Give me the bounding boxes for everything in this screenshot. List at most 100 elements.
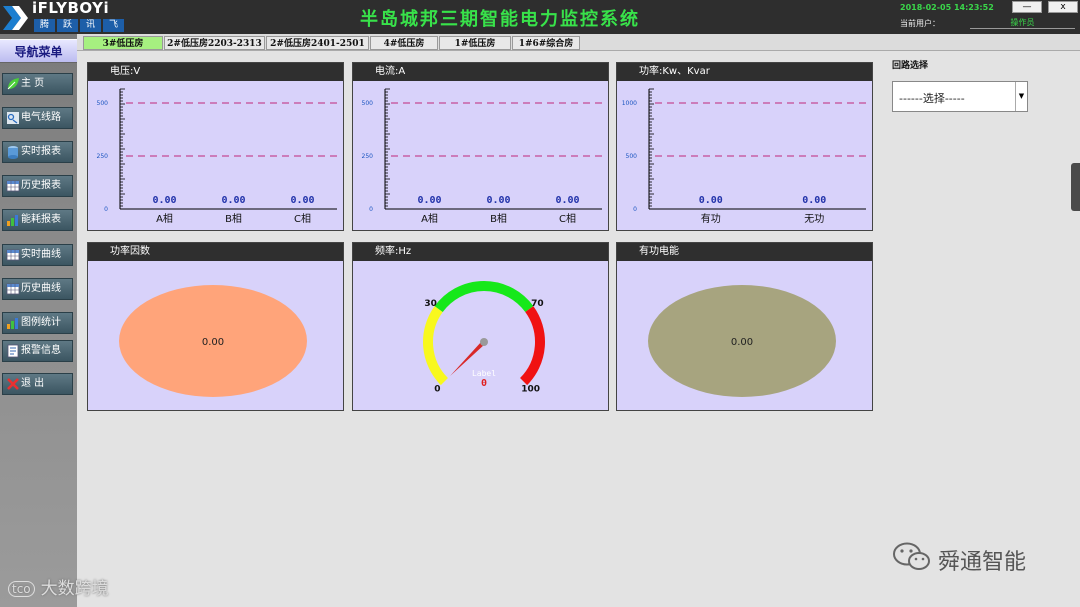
logo-subtitle: 腾 跃 讯 飞 xyxy=(34,19,124,32)
close-icon xyxy=(7,378,19,390)
category-label: A相 xyxy=(421,212,438,225)
tab-1-low-voltage[interactable]: 1#低压房 xyxy=(439,36,511,50)
panel-title: 电压:V xyxy=(88,63,343,81)
category-label: C相 xyxy=(559,212,576,225)
tab-4-low-voltage[interactable]: 4#低压房 xyxy=(370,36,438,50)
watermark-source: tco 大数跨境 xyxy=(8,574,109,599)
nav-item-history-curve[interactable]: 历史曲线 xyxy=(2,278,73,300)
nav-item-history-report[interactable]: 历史报表 xyxy=(2,175,73,197)
category-label: C相 xyxy=(294,212,311,225)
y-tick-label: 500 xyxy=(97,100,109,107)
tab-2-low-voltage-2203[interactable]: 2#低压房2203-2313 xyxy=(164,36,265,50)
logo: iFLYBOYi 腾 跃 讯 飞 xyxy=(0,0,140,34)
voltage-panel: 电压:V 0 250 500 0.00 A相 0.00 B相 0.00 C相 xyxy=(87,62,344,231)
bar-value-label: 0.00 xyxy=(290,195,314,206)
leaf-icon xyxy=(7,78,19,90)
bar-value-label: 0.00 xyxy=(417,195,441,206)
bar-value-label: 0.00 xyxy=(486,195,510,206)
side-drawer-handle[interactable] xyxy=(1071,163,1080,211)
frequency-gauge: 030 70100Label0 xyxy=(423,281,545,395)
power-factor-value: 0.00 xyxy=(202,337,224,348)
bar-value-label: 0.00 xyxy=(802,195,826,206)
y-tick-label: 250 xyxy=(97,153,109,160)
watermark-brand: 舜通智能 xyxy=(892,540,1026,578)
circuit-select[interactable]: ------选择----- ▼ xyxy=(892,81,1028,112)
y-tick-label: 250 xyxy=(362,153,374,160)
logo-text: iFLYBOYi xyxy=(32,0,110,17)
tab-3-low-voltage[interactable]: 3#低压房 xyxy=(83,36,163,50)
active-energy-value: 0.00 xyxy=(731,337,753,348)
gauge-band xyxy=(434,281,534,313)
nav-item-label: 报警信息 xyxy=(21,345,61,356)
y-tick-label: 1000 xyxy=(622,100,637,107)
voltage-chart: 0 250 500 0.00 A相 0.00 B相 0.00 C相 xyxy=(97,88,337,225)
bar-chart-icon xyxy=(7,215,18,226)
gauge-tick-label: 100 xyxy=(521,385,540,395)
panel-title: 电流:A xyxy=(353,63,608,81)
gauge-tick-label: 30 xyxy=(424,299,437,309)
nav-item-label: 实时报表 xyxy=(21,146,61,157)
y-tick-label: 500 xyxy=(362,100,374,107)
nav-item-label: 退 出 xyxy=(21,378,45,389)
power-factor-display: 0.00 xyxy=(119,285,307,397)
nav-item-realtime-curve[interactable]: 实时曲线 xyxy=(2,244,73,266)
table-icon xyxy=(6,249,20,261)
gauge-hub xyxy=(480,338,488,346)
tab-bar: 3#低压房 2#低压房2203-2313 2#低压房2401-2501 4#低压… xyxy=(77,34,1080,51)
active-energy-panel: 有功电能 0.00 xyxy=(616,242,873,411)
tab-1-6-general[interactable]: 1#6#综合房 xyxy=(512,36,580,50)
nav-item-label: 能耗报表 xyxy=(21,214,61,225)
y-tick-label: 0 xyxy=(369,206,373,213)
nav-menu-title: 导航菜单 xyxy=(0,39,77,63)
nav-item-home[interactable]: 主 页 xyxy=(2,73,73,95)
nav-item-electrical[interactable]: 电气线路 xyxy=(2,107,73,129)
nav-item-realtime-report[interactable]: 实时报表 xyxy=(2,141,73,163)
gauge-value-label: 0 xyxy=(481,378,487,389)
nav-item-label: 电气线路 xyxy=(21,112,61,123)
wechat-icon xyxy=(893,542,930,570)
category-label: 无功 xyxy=(804,213,824,225)
document-icon xyxy=(7,344,19,358)
power-panel: 功率:Kw、Kvar 0 500 1000 0.00 有功 0.00 无功 xyxy=(616,62,873,231)
gauge-band xyxy=(423,306,449,386)
logo-char: 讯 xyxy=(80,19,101,32)
circuit-icon xyxy=(7,112,19,124)
bar-value-label: 0.00 xyxy=(555,195,579,206)
tab-2-low-voltage-2401[interactable]: 2#低压房2401-2501 xyxy=(266,36,369,50)
panel-title: 功率:Kw、Kvar xyxy=(617,63,872,81)
category-label: 有功 xyxy=(701,212,721,225)
gauge-band xyxy=(519,306,545,386)
category-label: A相 xyxy=(156,212,173,225)
nav-item-legend-stats[interactable]: 图例统计 xyxy=(2,312,73,334)
database-icon xyxy=(8,146,18,159)
bar-chart-icon xyxy=(7,318,18,329)
current-user-value: 操作员 xyxy=(970,17,1075,29)
power-factor-panel: 功率因数 0.00 xyxy=(87,242,344,411)
circuit-select-value: ------选择----- xyxy=(899,92,965,105)
panel-title: 频率:Hz xyxy=(353,243,608,261)
app-header: iFLYBOYi 腾 跃 讯 飞 半岛城邦三期智能电力监控系统 2018-02-… xyxy=(0,0,1080,34)
power-chart: 0 500 1000 0.00 有功 0.00 无功 xyxy=(622,88,866,225)
gauge-tick-label: 70 xyxy=(531,299,544,309)
watermark-source-text: 大数跨境 xyxy=(40,579,109,599)
nav-item-energy-report[interactable]: 能耗报表 xyxy=(2,209,73,231)
nav-item-label: 实时曲线 xyxy=(21,249,61,260)
category-label: B相 xyxy=(225,212,242,225)
category-label: B相 xyxy=(490,212,507,225)
table-icon xyxy=(6,180,20,192)
current-panel: 电流:A 0 250 500 0.00 A相 0.00 B相 0.00 C相 xyxy=(352,62,609,231)
logo-char: 飞 xyxy=(103,19,124,32)
nav-item-alarm-info[interactable]: 报警信息 xyxy=(2,340,73,362)
app-title: 半岛城邦三期智能电力监控系统 xyxy=(360,9,640,30)
chevron-down-icon[interactable]: ▼ xyxy=(1015,82,1027,111)
table-icon xyxy=(6,283,20,295)
nav-item-label: 图例统计 xyxy=(21,317,61,328)
nav-item-label: 历史曲线 xyxy=(21,283,61,294)
panel-title: 功率因数 xyxy=(88,243,343,261)
watermark-source-logo: tco xyxy=(8,581,35,597)
nav-item-exit[interactable]: 退 出 xyxy=(2,373,73,395)
minimize-button[interactable]: — xyxy=(1012,1,1042,13)
close-button[interactable]: x xyxy=(1048,1,1078,13)
y-tick-label: 0 xyxy=(633,206,637,213)
panel-title: 有功电能 xyxy=(617,243,872,261)
